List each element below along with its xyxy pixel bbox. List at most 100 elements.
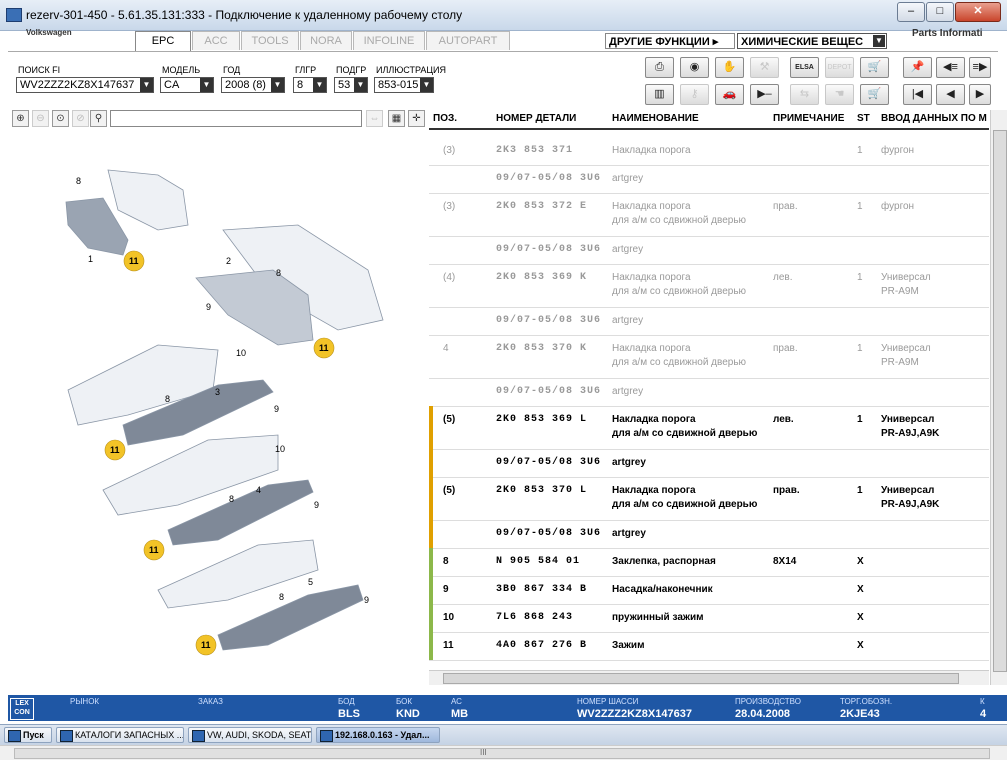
table-row[interactable]: 09/07-05/08 3U6 artgrey	[429, 449, 989, 478]
zoom-reset-icon: ⊘	[76, 113, 85, 124]
vertical-scrollbar[interactable]	[990, 110, 1007, 685]
list-prev-button[interactable]: ◀≡	[936, 57, 965, 78]
tools-button[interactable]: ⚒	[750, 57, 779, 78]
elsa-button[interactable]: ELSA	[790, 57, 819, 78]
tab-tools[interactable]: TOOLS	[241, 31, 299, 50]
table-row[interactable]: (5) 2K0 853 369 L Накладка порога лев. 1 Унив…	[429, 406, 989, 450]
minimize-button[interactable]: –	[897, 2, 925, 22]
col-name[interactable]: НАИМЕНОВАНИЕ	[612, 113, 699, 124]
zoom-reset-button[interactable]: ⊘	[72, 110, 89, 127]
arrow-bar-button[interactable]: ▶–	[750, 84, 779, 105]
table-row[interactable]: 10 7L6 868 243 пружинный зажим X	[429, 604, 989, 633]
barcode-button[interactable]: ▥	[645, 84, 674, 105]
row-name: Накладка порога	[612, 272, 691, 283]
production-label: ПРОИЗВОДСТВО	[735, 697, 801, 706]
table-row[interactable]: 09/07-05/08 3U6 artgrey	[429, 165, 989, 194]
row-pos: (3)	[443, 145, 456, 156]
table-row[interactable]: (5) 2K0 853 370 L Накладка порога прав. 1 Уни…	[429, 477, 989, 521]
table-row[interactable]: (4) 2K0 853 369 K Накладка порога лев. 1 Унив…	[429, 264, 989, 308]
year-select[interactable]: 2008 (8) ▼	[221, 77, 285, 93]
tab-autopart[interactable]: AUTOPART	[426, 31, 510, 50]
illustration-select[interactable]: 853-015 ▼	[374, 77, 434, 93]
taskbar-item-active[interactable]: 192.168.0.163 - Удал...	[316, 727, 440, 743]
next-button[interactable]: ▶	[969, 84, 991, 105]
pin-button[interactable]: 📌	[903, 57, 932, 78]
zoom-fit-button[interactable]: ⊙	[52, 110, 69, 127]
hand-button[interactable]: ☚	[825, 84, 854, 105]
col-part-number[interactable]: НОМЕР ДЕТАЛИ	[496, 113, 576, 124]
tab-nora[interactable]: NORA	[300, 31, 352, 50]
prev-button[interactable]: ◀	[936, 84, 965, 105]
col-pos[interactable]: ПОЗ.	[433, 113, 457, 124]
main-group-select[interactable]: 8 ▼	[293, 77, 327, 93]
tab-infoline[interactable]: INFOLINE	[353, 31, 425, 50]
table-row[interactable]: 9 3B0 867 334 B Насадка/наконечник X	[429, 576, 989, 605]
illustration-label: 8	[229, 494, 234, 504]
zoom-out-button[interactable]: ⊖	[32, 110, 49, 127]
layout-grid-button[interactable]: ▦	[388, 110, 405, 127]
row-input-line2: PR-A9J,A9K	[881, 428, 940, 439]
start-button[interactable]: Пуск	[4, 727, 52, 743]
illustration-label: 10	[236, 348, 246, 358]
taskbar-item[interactable]: VW, AUDI, SKODA, SEAT	[188, 727, 312, 743]
table-row[interactable]: 09/07-05/08 3U6 artgrey	[429, 378, 989, 407]
table-row[interactable]: (3) 2K0 853 372 E Накладка порога прав. 1 фур…	[429, 193, 989, 237]
depot-button[interactable]: DEPOT	[825, 57, 854, 78]
other-functions-menu[interactable]: ДРУГИЕ ФУНКЦИИ ▸	[605, 33, 735, 49]
car-icon: 🚗	[722, 88, 737, 100]
print-button[interactable]: ⎙	[645, 57, 674, 78]
table-row[interactable]: 09/07-05/08 3U6 artgrey	[429, 520, 989, 549]
fi-search-select[interactable]: WV2ZZZ2KZ8X147637 ▼	[16, 77, 154, 93]
row-note: лев.	[773, 272, 793, 283]
zoom-field[interactable]	[110, 110, 362, 127]
scroll-thumb[interactable]	[14, 748, 990, 759]
tab-acc[interactable]: ACC	[192, 31, 240, 50]
row-input: фургон	[881, 145, 915, 156]
parts-illustration[interactable]: 8 1 2 8 9 10 3 8 9 10 8 4 9 8 5 9 11 11 …	[8, 130, 426, 690]
table-row[interactable]: 11 4A0 867 276 B Зажим X	[429, 632, 989, 661]
model-select[interactable]: CA ▼	[160, 77, 214, 93]
row-st: 1	[857, 272, 863, 283]
compare-button[interactable]: ⇆	[790, 84, 819, 105]
layout-split-button[interactable]: ⇔	[366, 110, 383, 127]
car-button[interactable]: 🚗	[715, 84, 744, 105]
layout-move-button[interactable]: ✛	[408, 110, 425, 127]
row-part-number: 3B0 867 334 B	[496, 584, 588, 595]
window-horizontal-scrollbar[interactable]: III	[0, 745, 1007, 760]
table-row[interactable]: 8 N 905 584 01 Заклепка, распорная 8X14 X	[429, 548, 989, 577]
search-button[interactable]: ⚲	[90, 110, 107, 127]
handshake-button[interactable]: ✋	[715, 57, 744, 78]
table-row[interactable]: (3) 2K3 853 371 Накладка порога 1 фургон	[429, 137, 989, 166]
scroll-thumb[interactable]	[443, 673, 959, 684]
close-button[interactable]: ✕	[955, 2, 1001, 22]
main-group-label: ГЛГР	[295, 65, 317, 75]
cart-add-button[interactable]: 🛒	[860, 57, 889, 78]
row-name: Накладка порога	[612, 485, 696, 496]
row-part-number: 4A0 867 276 B	[496, 640, 588, 651]
table-row[interactable]: 09/07-05/08 3U6 artgrey	[429, 236, 989, 265]
col-note[interactable]: ПРИМЕЧАНИЕ	[773, 113, 844, 124]
first-button[interactable]: |◀	[903, 84, 932, 105]
taskbar-item[interactable]: КАТАЛОГИ ЗАПАСНЫХ ...	[56, 727, 184, 743]
subgroup-select[interactable]: 53 ▼	[334, 77, 368, 93]
camera-button[interactable]: ◉	[680, 57, 709, 78]
chemicals-dropdown[interactable]: ХИМИЧЕСКИЕ ВЕЩЕС ▼	[737, 33, 887, 49]
col-input[interactable]: ВВОД ДАННЫХ ПО М	[881, 113, 987, 124]
cart-button[interactable]: 🛒	[860, 84, 889, 105]
tab-epc[interactable]: EPC	[135, 31, 191, 52]
row-part-number: 2K0 853 369 K	[496, 272, 588, 283]
maximize-button[interactable]: □	[926, 2, 954, 22]
key-button[interactable]: ⚷	[680, 84, 709, 105]
callout-label: 11	[129, 256, 139, 266]
lexcon-logo: LEX CON	[10, 698, 34, 720]
scroll-thumb[interactable]	[993, 130, 1007, 672]
col-st[interactable]: ST	[857, 113, 870, 124]
horizontal-scrollbar[interactable]	[429, 670, 989, 685]
table-row[interactable]: 09/07-05/08 3U6 artgrey	[429, 307, 989, 336]
zoom-in-button[interactable]: ⊕	[12, 110, 29, 127]
taskbar-item-label: КАТАЛОГИ ЗАПАСНЫХ ...	[75, 730, 184, 740]
list-next-button[interactable]: ≡▶	[969, 57, 991, 78]
table-row[interactable]: 4 2K0 853 370 K Накладка порога прав. 1 Униве…	[429, 335, 989, 379]
illustration-label: 8	[279, 592, 284, 602]
row-name-line2: для а/м со сдвижной дверью	[612, 357, 747, 368]
